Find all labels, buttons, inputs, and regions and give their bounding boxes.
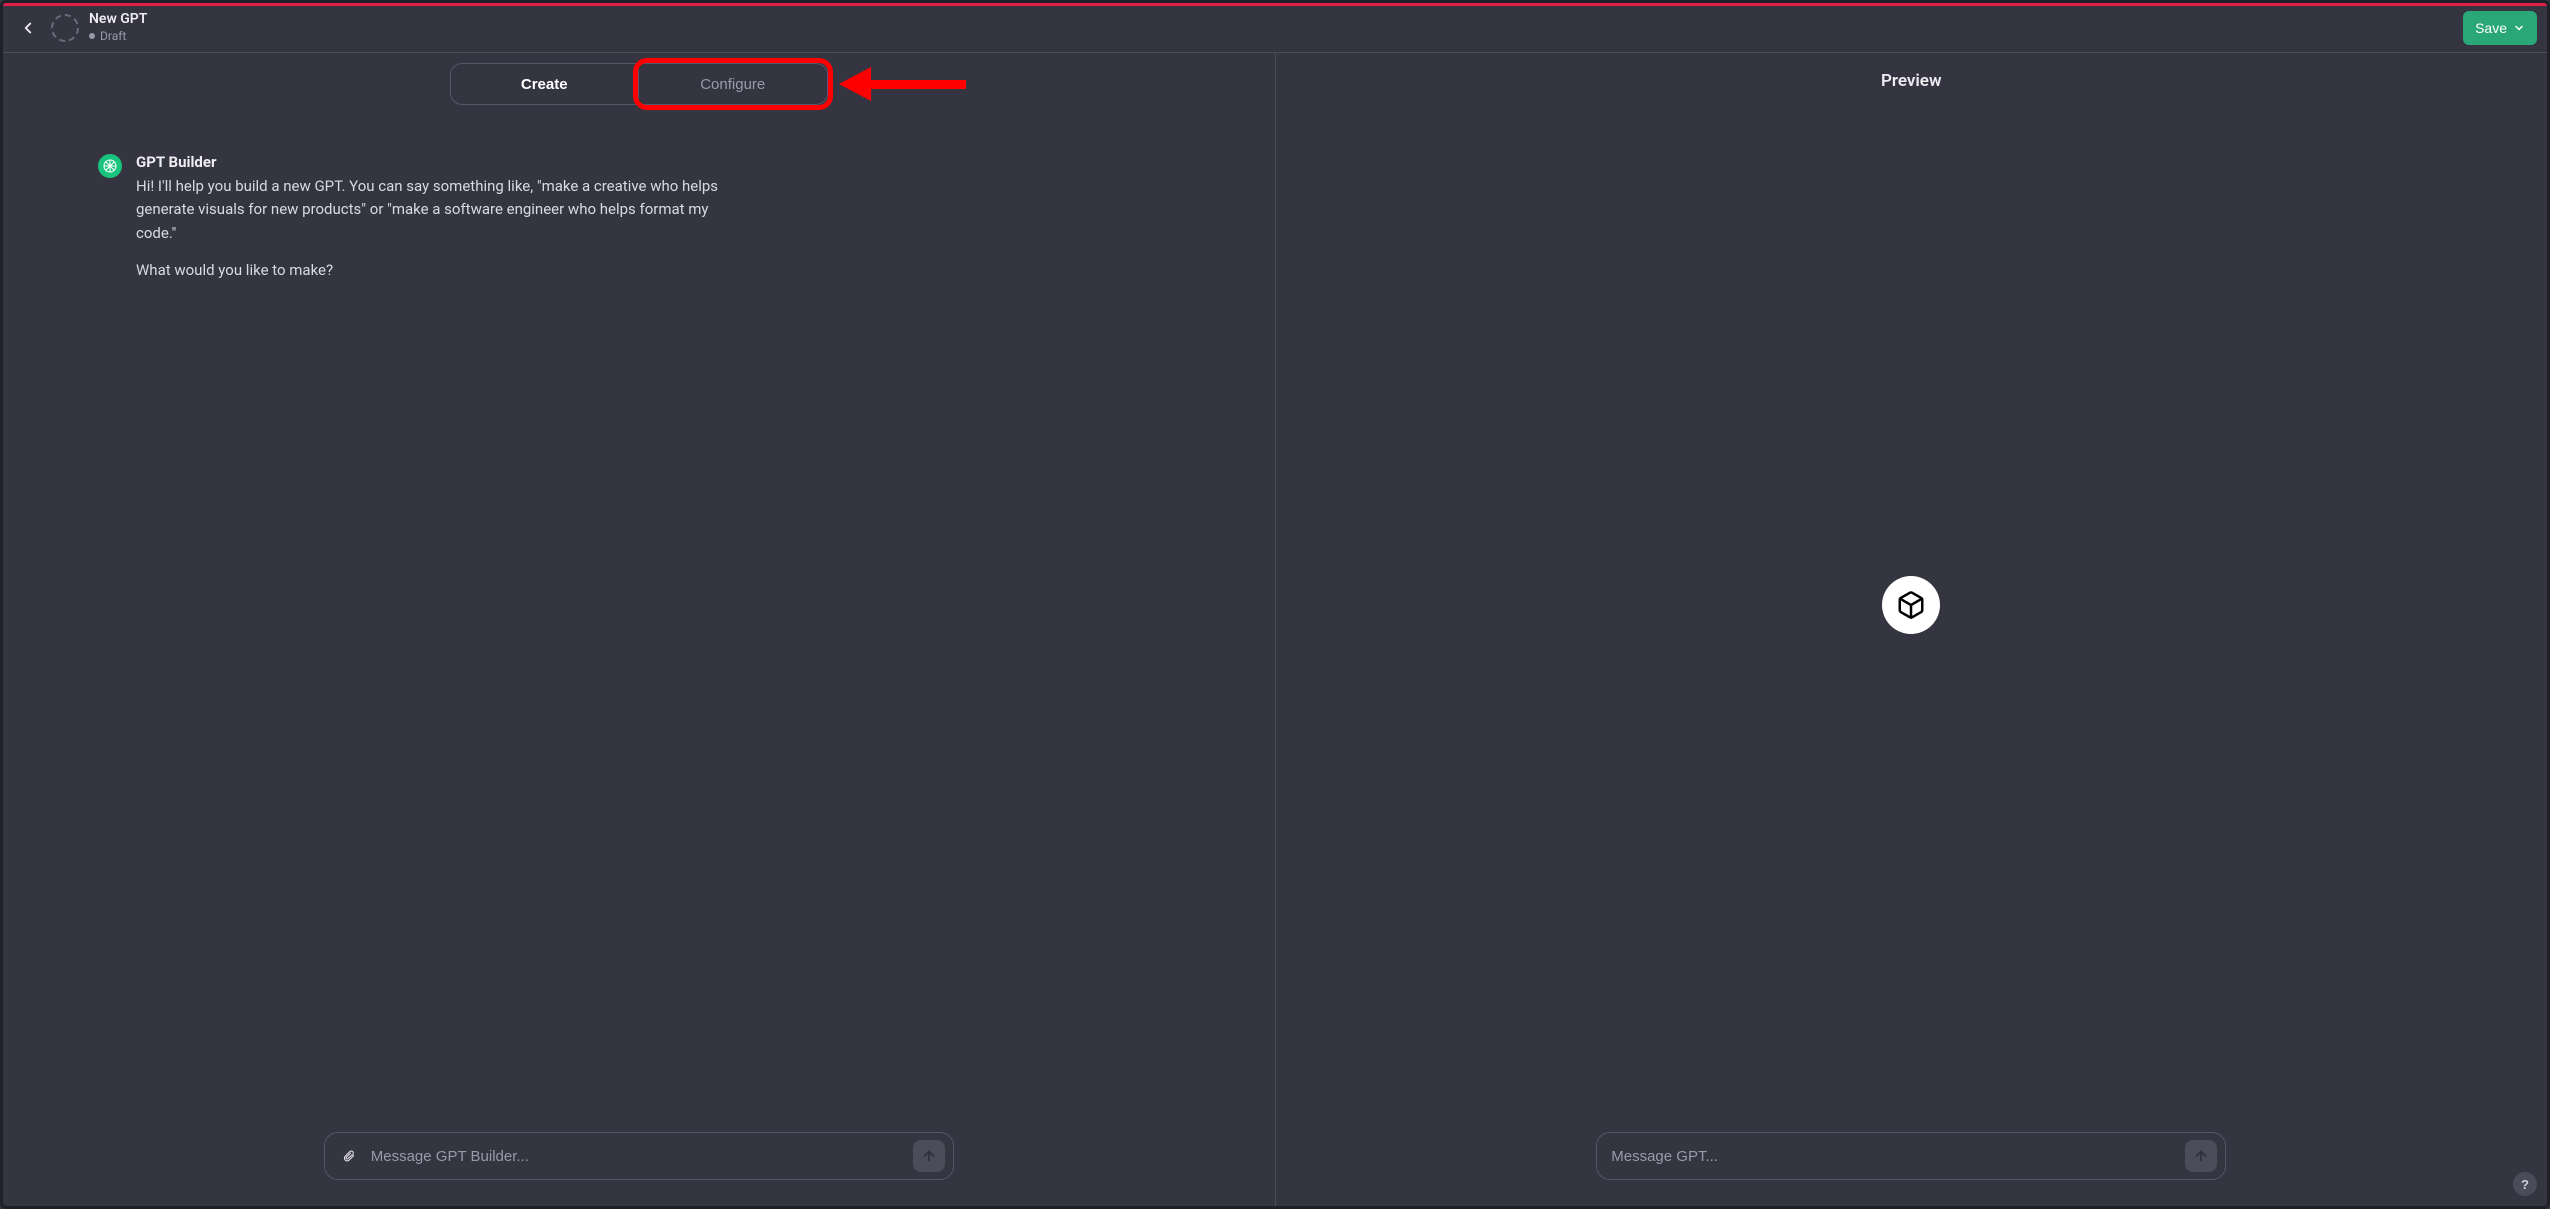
arrow-up-icon [2193,1148,2209,1164]
preview-content [1276,91,2548,1118]
gpt-avatar-placeholder[interactable] [51,14,79,42]
save-button[interactable]: Save [2463,11,2537,45]
builder-send-button[interactable] [913,1140,945,1172]
builder-composer[interactable] [324,1132,954,1180]
builder-line2: What would you like to make? [136,259,738,282]
builder-name: GPT Builder [136,153,738,171]
preview-placeholder-logo [1882,576,1940,634]
builder-message: GPT Builder Hi! I'll help you build a ne… [98,153,738,296]
page-title: New GPT [89,12,147,27]
draft-status: Draft [89,30,147,43]
builder-pane: Create Configure [3,53,1276,1206]
chevron-down-icon [2513,22,2525,34]
paperclip-icon [343,1146,355,1166]
tab-group: Create Configure [450,63,828,105]
preview-title: Preview [1276,53,2548,91]
title-block: New GPT Draft [89,12,147,43]
attach-button[interactable] [337,1144,361,1168]
arrow-up-icon [921,1148,937,1164]
tab-create[interactable]: Create [451,64,639,104]
preview-input[interactable] [1609,1147,2177,1166]
back-button[interactable] [11,11,45,45]
cube-icon [1896,590,1926,620]
status-label: Draft [100,30,126,43]
openai-logo-icon [102,158,118,174]
builder-text: Hi! I'll help you build a new GPT. You c… [136,175,738,282]
tab-configure[interactable]: Configure [639,64,827,104]
save-button-label: Save [2475,20,2507,36]
help-button[interactable]: ? [2513,1172,2537,1196]
preview-send-button[interactable] [2185,1140,2217,1172]
gpt-builder-avatar [98,154,122,178]
tab-bar: Create Configure [3,53,1275,105]
chevron-left-icon [19,19,37,37]
status-dot-icon [89,33,95,39]
builder-conversation: GPT Builder Hi! I'll help you build a ne… [3,105,1275,1118]
builder-input[interactable] [369,1147,905,1166]
header-bar: New GPT Draft Save [3,3,2547,53]
preview-composer[interactable] [1596,1132,2226,1180]
builder-line1: Hi! I'll help you build a new GPT. You c… [136,175,738,245]
preview-pane: Preview ? [1276,53,2548,1206]
